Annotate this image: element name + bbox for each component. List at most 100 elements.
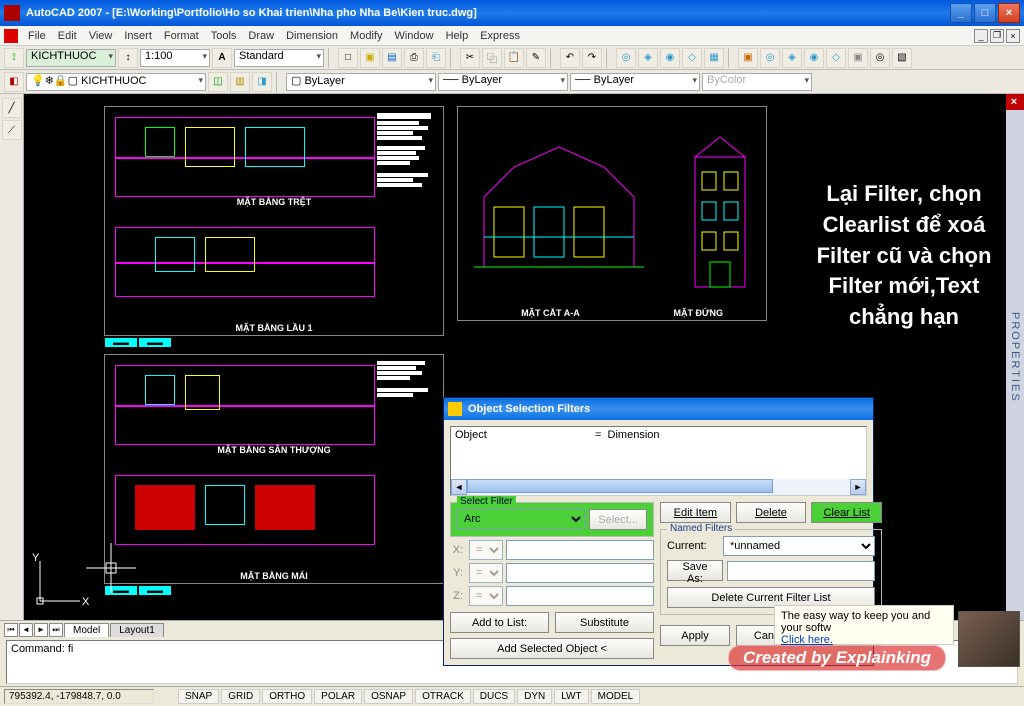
menu-tools[interactable]: Tools [205,28,243,44]
z-op[interactable]: = [469,586,503,606]
menu-insert[interactable]: Insert [118,28,158,44]
layerprops-icon[interactable]: ◧ [4,72,24,92]
tab-next-icon[interactable]: ► [34,623,48,637]
status-grid[interactable]: GRID [221,689,260,704]
filter-type-select[interactable]: Arc [457,509,585,529]
z-val[interactable] [506,586,654,606]
status-ducs[interactable]: DUCS [473,689,515,704]
linetype-combo[interactable]: ── ByLayer [438,73,568,91]
status-ortho[interactable]: ORTHO [262,689,312,704]
save-as-button[interactable]: Save As: [667,560,723,581]
tab-first-icon[interactable]: ⏮ [4,623,18,637]
scroll-left-icon[interactable]: ◄ [451,479,467,495]
std-save-icon[interactable]: ▤ [382,48,402,68]
filter-list[interactable]: Object= Dimension ◄ ► [450,426,867,496]
dialog-titlebar[interactable]: Object Selection Filters [444,398,873,420]
std-new-icon[interactable]: □ [338,48,358,68]
undo-icon[interactable]: ↶ [560,48,580,68]
menu-edit[interactable]: Edit [52,28,83,44]
menu-express[interactable]: Express [474,28,526,44]
dim-icon[interactable]: ⟟ [4,48,24,68]
copy-icon[interactable]: ⿻ [482,48,502,68]
3d-5-icon[interactable]: ▦ [704,48,724,68]
menu-dimension[interactable]: Dimension [280,28,344,44]
properties-palette-collapsed[interactable]: × PROPERTIES [1006,94,1024,620]
layertool-2-icon[interactable]: ▥ [230,72,250,92]
std-open-icon[interactable]: ▣ [360,48,380,68]
menu-help[interactable]: Help [440,28,475,44]
dimtool-icon[interactable]: ↕ [118,48,138,68]
add-selected-object-button[interactable]: Add Selected Object < [450,638,654,659]
3d-1-icon[interactable]: ◎ [616,48,636,68]
std-plot-icon[interactable]: ⎙ [404,48,424,68]
layertool-3-icon[interactable]: ◨ [252,72,272,92]
filter-scrollbar[interactable]: ◄ ► [451,479,866,495]
block-icon[interactable]: ▣ [738,48,758,68]
menu-window[interactable]: Window [388,28,439,44]
status-otrack[interactable]: OTRACK [415,689,471,704]
paste-icon[interactable]: 📋 [504,48,524,68]
menu-view[interactable]: View [83,28,119,44]
3d-9-icon[interactable]: ◇ [826,48,846,68]
x-op[interactable]: = [469,540,503,560]
current-filter-select[interactable]: *unnamed [723,536,875,556]
status-model[interactable]: MODEL [591,689,641,704]
scroll-right-icon[interactable]: ► [850,479,866,495]
y-val[interactable] [506,563,654,583]
match-icon[interactable]: ✎ [526,48,546,68]
delete-button[interactable]: Delete [736,502,807,523]
pline-icon[interactable]: ⟋ [2,120,22,140]
3d-4-icon[interactable]: ◇ [682,48,702,68]
tab-last-icon[interactable]: ⏭ [49,623,63,637]
save-as-input[interactable] [727,561,875,581]
apply-button[interactable]: Apply [660,625,730,646]
mdi-close[interactable]: × [1006,29,1020,43]
scale-combo[interactable]: 1:100 [140,49,210,67]
3d-7-icon[interactable]: ◈ [782,48,802,68]
status-lwt[interactable]: LWT [554,689,588,704]
layer-combo[interactable]: 💡❄🔒▢ KICHTHUOC [26,73,206,91]
3d-3-icon[interactable]: ◉ [660,48,680,68]
layertool-1-icon[interactable]: ◫ [208,72,228,92]
x-val[interactable] [506,540,654,560]
y-op[interactable]: = [469,563,503,583]
plotstyle-combo[interactable]: ByColor [702,73,812,91]
close-button[interactable]: × [998,3,1020,23]
minimize-button[interactable]: _ [950,3,972,23]
3d-2-icon[interactable]: ◈ [638,48,658,68]
maximize-button[interactable]: □ [974,3,996,23]
edit-item-button[interactable]: Edit Item [660,502,731,523]
status-dyn[interactable]: DYN [517,689,552,704]
status-osnap[interactable]: OSNAP [364,689,413,704]
redo-icon[interactable]: ↷ [582,48,602,68]
3d-10-icon[interactable]: ▣ [848,48,868,68]
3d-11-icon[interactable]: ◎ [870,48,890,68]
clear-list-button[interactable]: Clear List [811,502,882,523]
tab-layout1[interactable]: Layout1 [110,623,164,637]
status-polar[interactable]: POLAR [314,689,362,704]
3d-6-icon[interactable]: ◎ [760,48,780,68]
line-icon[interactable]: ╱ [2,98,22,118]
palette-close-icon[interactable]: × [1006,94,1024,110]
textstyle-combo[interactable]: Standard [234,49,324,67]
3d-8-icon[interactable]: ◉ [804,48,824,68]
mdi-restore[interactable]: ❐ [990,29,1004,43]
tab-model[interactable]: Model [64,623,109,637]
menu-format[interactable]: Format [158,28,205,44]
lineweight-combo[interactable]: ── ByLayer [570,73,700,91]
std-preview-icon[interactable]: ⎗ [426,48,446,68]
mdi-minimize[interactable]: _ [974,29,988,43]
color-combo[interactable]: ▢ ByLayer [286,73,436,91]
3d-12-icon[interactable]: ▧ [892,48,912,68]
status-snap[interactable]: SNAP [178,689,219,704]
select-button[interactable]: Select... [589,509,647,530]
text-icon[interactable]: A [212,48,232,68]
menu-draw[interactable]: Draw [242,28,280,44]
tab-prev-icon[interactable]: ◄ [19,623,33,637]
cut-icon[interactable]: ✂ [460,48,480,68]
menu-modify[interactable]: Modify [344,28,388,44]
dimstyle-combo[interactable]: KICHTHUOC [26,49,116,67]
substitute-button[interactable]: Substitute [555,612,654,633]
menu-file[interactable]: File [22,28,52,44]
communication-center-popup[interactable]: The easy way to keep you and your softw … [774,605,954,645]
